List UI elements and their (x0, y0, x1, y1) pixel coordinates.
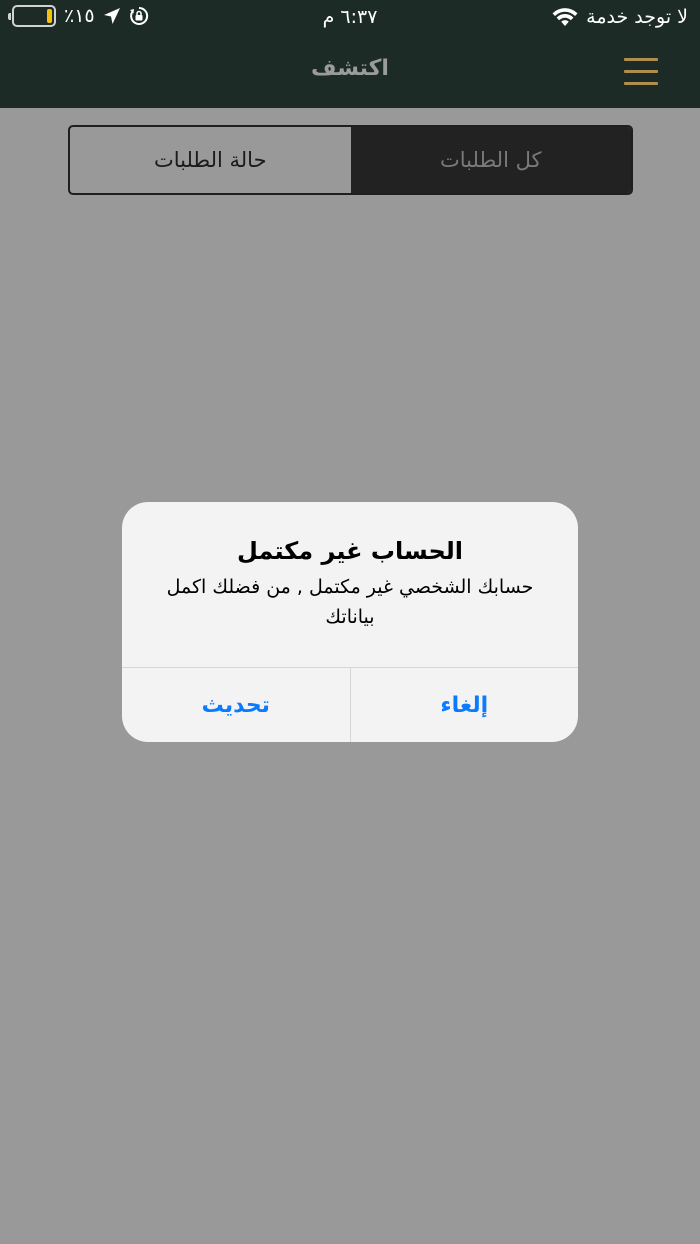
battery-fill (47, 9, 52, 23)
battery-percent: ٪١٥ (64, 5, 95, 27)
tab-all-requests[interactable]: كل الطلبات (350, 127, 631, 193)
status-left-group: ٪١٥ (8, 5, 149, 27)
requests-segmented-control: حالة الطلبات كل الطلبات (68, 125, 633, 195)
incomplete-account-alert: الحساب غير مكتمل حسابك الشخصي غير مكتمل … (122, 502, 578, 742)
hamburger-menu-icon[interactable] (624, 58, 658, 86)
rotation-lock-icon (129, 6, 149, 26)
battery-icon (8, 5, 56, 27)
cancel-button[interactable]: إلغاء (351, 668, 579, 742)
status-bar: لا توجد خدمة ٦:٣٧ م ٪١٥ (0, 0, 700, 36)
location-arrow-icon (103, 7, 121, 25)
refresh-button[interactable]: تحديث (122, 668, 351, 742)
alert-title: الحساب غير مكتمل (236, 537, 464, 565)
alert-buttons: تحديث إلغاء (122, 667, 578, 742)
page-title: اكتشف (311, 56, 389, 81)
alert-message: حسابك الشخصي غير مكتمل , من فضلك اكمل بي… (166, 576, 534, 628)
navigation-bar: اكتشف (0, 36, 700, 108)
tab-requests-status[interactable]: حالة الطلبات (70, 127, 351, 193)
alert-body: الحساب غير مكتمل حسابك الشخصي غير مكتمل … (122, 502, 578, 667)
